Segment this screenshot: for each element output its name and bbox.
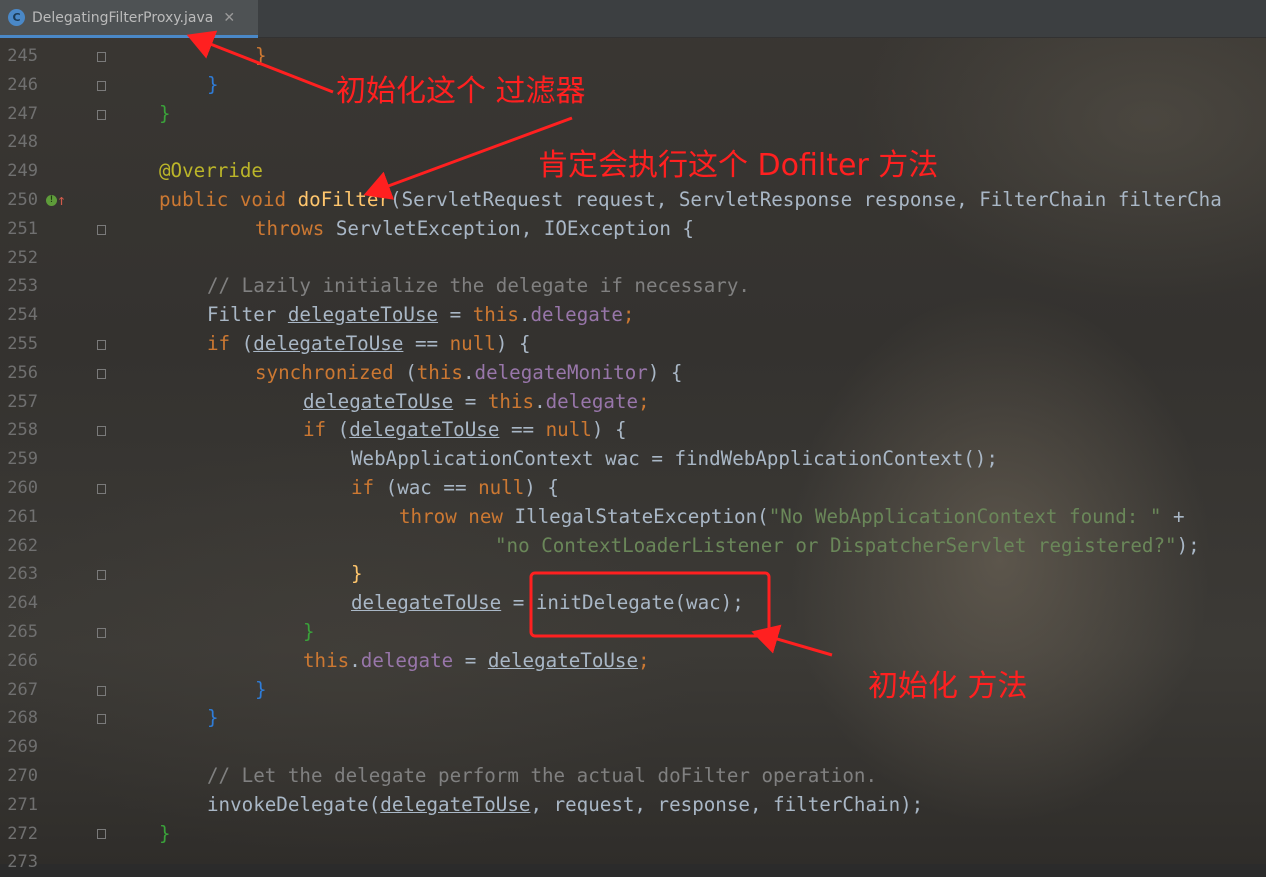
code-line-245: } xyxy=(255,44,267,67)
code-line-268: } xyxy=(207,706,219,730)
close-icon[interactable]: ✕ xyxy=(223,10,235,26)
code-line-264: delegateToUse = initDelegate(wac); xyxy=(351,591,744,615)
code-line-246: } xyxy=(207,72,219,96)
code-line-257: delegateToUse = this.delegate; xyxy=(303,389,650,413)
annotation-dofilter: 肯定会执行这个 Dofilter 方法 xyxy=(538,148,939,183)
code-line-267: } xyxy=(255,677,267,701)
code-line-261: throw new IllegalStateException("No WebA… xyxy=(399,504,1185,528)
tab-title: DelegatingFilterProxy.java xyxy=(32,9,214,26)
code-line-251: throws ServletException, IOException { xyxy=(255,216,694,240)
code-line-263: } xyxy=(351,562,363,586)
code-line-256: synchronized (this.delegateMonitor) { xyxy=(255,360,683,384)
annotation-init-method: 初始化 方法 xyxy=(868,669,1028,704)
code-line-272: } xyxy=(159,821,171,845)
code-line-253: // Lazily initialize the delegate if nec… xyxy=(207,274,750,298)
code-line-247: } xyxy=(159,101,171,125)
code-line-262: "no ContextLoaderListener or DispatcherS… xyxy=(495,533,1200,557)
code-line-254: Filter delegateToUse = this.delegate; xyxy=(207,303,635,327)
tab-delegatingfilterproxy[interactable]: C DelegatingFilterProxy.java ✕ xyxy=(0,0,258,38)
code-line-265: } xyxy=(303,620,315,643)
java-class-icon: C xyxy=(8,9,25,26)
code-line-255: if (delegateToUse == null) { xyxy=(207,332,531,355)
code-line-266: this.delegate = delegateToUse; xyxy=(303,648,650,672)
code-line-260: if (wac == null) { xyxy=(351,476,559,499)
code-line-259: WebApplicationContext wac = findWebAppli… xyxy=(351,447,998,471)
code-line-270: // Let the delegate perform the actual d… xyxy=(207,764,878,787)
annotation-init-filter: 初始化这个 过滤器 xyxy=(336,74,586,109)
code-line-258: if (delegateToUse == null) { xyxy=(303,418,627,442)
code-line-249: @Override xyxy=(159,159,263,183)
code-line-271: invokeDelegate(delegateToUse, request, r… xyxy=(207,792,924,816)
editor-tab-bar: C DelegatingFilterProxy.java ✕ xyxy=(0,0,1266,38)
code-line-250: public void doFilter(ServletRequest requ… xyxy=(159,188,1222,211)
